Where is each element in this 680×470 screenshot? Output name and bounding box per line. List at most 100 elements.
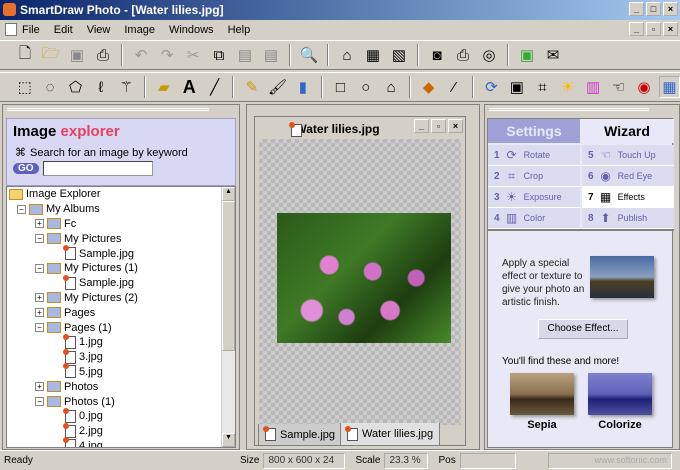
effects-tool-icon[interactable]: ▦ (658, 76, 680, 98)
rotate-tool-icon[interactable]: ⟳ (481, 76, 502, 98)
scan-icon[interactable]: ▧ (388, 44, 410, 66)
camera-icon[interactable]: ◙ (426, 44, 448, 66)
collapse-icon[interactable]: − (35, 323, 44, 333)
tree-node[interactable]: + Photos (9, 379, 235, 394)
lasso-icon[interactable]: ℓ (90, 76, 111, 98)
brush-icon[interactable]: 🖌 (267, 76, 288, 98)
tree-node[interactable]: Sample.jpg (9, 274, 235, 291)
export-icon[interactable]: ▣ (516, 44, 538, 66)
eraser-icon[interactable]: ▰ (153, 76, 174, 98)
menu-image[interactable]: Image (124, 24, 155, 36)
cut-icon[interactable]: ✂ (182, 44, 204, 66)
circle-icon[interactable]: ○ (355, 76, 376, 98)
doc-close-button[interactable]: × (663, 22, 678, 36)
minimize-button[interactable]: _ (629, 2, 644, 16)
collapse-icon[interactable]: − (17, 204, 26, 214)
text-icon[interactable]: A (179, 76, 200, 98)
doc-win-minimize[interactable]: _ (414, 119, 429, 133)
polygon-select-icon[interactable]: ⬠ (65, 76, 86, 98)
tree-node[interactable]: 1.jpg (9, 333, 235, 350)
menu-windows[interactable]: Windows (169, 24, 214, 36)
go-button[interactable]: GO (13, 163, 39, 174)
zoom-icon[interactable]: 🔍 (298, 44, 320, 66)
tree-node[interactable]: − Photos (1) (9, 394, 235, 409)
tree-node[interactable]: 0.jpg (9, 407, 235, 424)
email-icon[interactable]: ✉ (542, 44, 564, 66)
tree-scrollbar[interactable]: ▲ ▼ (221, 187, 235, 447)
crop-tool-icon[interactable]: ⌗ (532, 76, 553, 98)
menu-edit[interactable]: Edit (54, 24, 73, 36)
scroll-thumb[interactable] (222, 201, 235, 351)
rectangle-icon[interactable]: □ (330, 76, 351, 98)
doc-tab-sample[interactable]: Sample.jpg (258, 424, 343, 446)
magic-wand-icon[interactable]: ⚚ (116, 76, 137, 98)
menu-view[interactable]: View (87, 24, 111, 36)
doc-win-maximize[interactable]: ▫ (431, 119, 446, 133)
shape-icon[interactable]: ⌂ (380, 76, 401, 98)
choose-effect-button[interactable]: Choose Effect... (538, 319, 628, 339)
doc-restore-button[interactable]: ▫ (646, 22, 661, 36)
collapse-icon[interactable]: − (35, 234, 44, 244)
maximize-button[interactable]: □ (646, 2, 661, 16)
doc-win-close[interactable]: × (448, 119, 463, 133)
panel-grip[interactable] (489, 108, 649, 118)
tree-node[interactable]: 4.jpg (9, 437, 235, 447)
home-icon[interactable]: ⌂ (336, 44, 358, 66)
redo-icon[interactable]: ↷ (156, 44, 178, 66)
fill-icon[interactable]: ◆ (418, 76, 439, 98)
airbrush-icon[interactable]: ▮ (292, 76, 313, 98)
collapse-icon[interactable]: − (35, 397, 44, 407)
wizard-step-effects[interactable]: 7 ▦ Effects (582, 187, 674, 208)
wizard-step-touch-up[interactable]: 5 ☜ Touch Up (582, 145, 674, 166)
tab-wizard[interactable]: Wizard (580, 119, 674, 143)
tree-node[interactable]: Image Explorer (9, 187, 235, 202)
tree-node[interactable]: − My Albums (9, 202, 235, 217)
wizard-step-red-eye[interactable]: 6 ◉ Red Eye (582, 166, 674, 187)
expand-icon[interactable]: + (35, 293, 44, 303)
expand-icon[interactable]: + (35, 382, 44, 392)
search-input[interactable] (42, 161, 153, 176)
tree-node[interactable]: + Pages (9, 305, 235, 320)
tree-node[interactable]: − My Pictures (1) (9, 261, 235, 276)
doc-tab-water-lilies[interactable]: Water lilies.jpg (340, 423, 441, 446)
tree-node[interactable]: − Pages (1) (9, 320, 235, 335)
line-icon[interactable]: ╱ (204, 76, 225, 98)
image-canvas[interactable] (259, 139, 461, 425)
albums-icon[interactable]: ▦ (362, 44, 384, 66)
wizard-step-rotate[interactable]: 1 ⟳ Rotate (488, 145, 580, 166)
paste-icon[interactable]: ▤ (234, 44, 256, 66)
open-icon[interactable]: 🗁 (40, 44, 62, 66)
print-icon[interactable]: ⎙ (92, 44, 114, 66)
tree-node[interactable]: 3.jpg (9, 348, 235, 365)
tree-node[interactable]: 2.jpg (9, 422, 235, 439)
sepia-thumbnail[interactable] (510, 373, 574, 415)
color-tool-icon[interactable]: ▥ (582, 76, 603, 98)
redeye-tool-icon[interactable]: ◉ (633, 76, 654, 98)
wizard-step-exposure[interactable]: 3 ☀ Exposure (488, 187, 580, 208)
film-icon[interactable]: ▣ (506, 76, 527, 98)
menu-help[interactable]: Help (228, 24, 251, 36)
tree-node[interactable]: 5.jpg (9, 363, 235, 380)
wizard-step-crop[interactable]: 2 ⌗ Crop (488, 166, 580, 187)
collapse-icon[interactable]: − (35, 263, 44, 273)
colorize-thumbnail[interactable] (588, 373, 652, 415)
menu-file[interactable]: File (22, 24, 40, 36)
close-button[interactable]: × (663, 2, 678, 16)
exposure-tool-icon[interactable]: ☀ (557, 76, 578, 98)
rect-select-icon[interactable]: ⬚ (14, 76, 35, 98)
web-icon[interactable]: ◎ (478, 44, 500, 66)
panel-grip[interactable] (7, 108, 209, 118)
copy-icon[interactable]: ⧉ (208, 44, 230, 66)
new-icon[interactable]: 🗋 (14, 44, 36, 66)
tree-node[interactable]: + Fc (9, 217, 235, 232)
undo-icon[interactable]: ↶ (130, 44, 152, 66)
tree-node[interactable]: − My Pictures (9, 231, 235, 246)
tree-node[interactable]: Sample.jpg (9, 245, 235, 261)
wizard-step-publish[interactable]: 8 ⬆ Publish (582, 208, 674, 229)
wizard-step-color[interactable]: 4 ▥ Color (488, 208, 580, 229)
pencil-icon[interactable]: ✎ (241, 76, 262, 98)
touchup-tool-icon[interactable]: ☜ (608, 76, 629, 98)
tab-settings[interactable]: Settings (488, 119, 580, 143)
tree-node[interactable]: + My Pictures (2) (9, 291, 235, 306)
printer-photo-icon[interactable]: ⎙ (452, 44, 474, 66)
